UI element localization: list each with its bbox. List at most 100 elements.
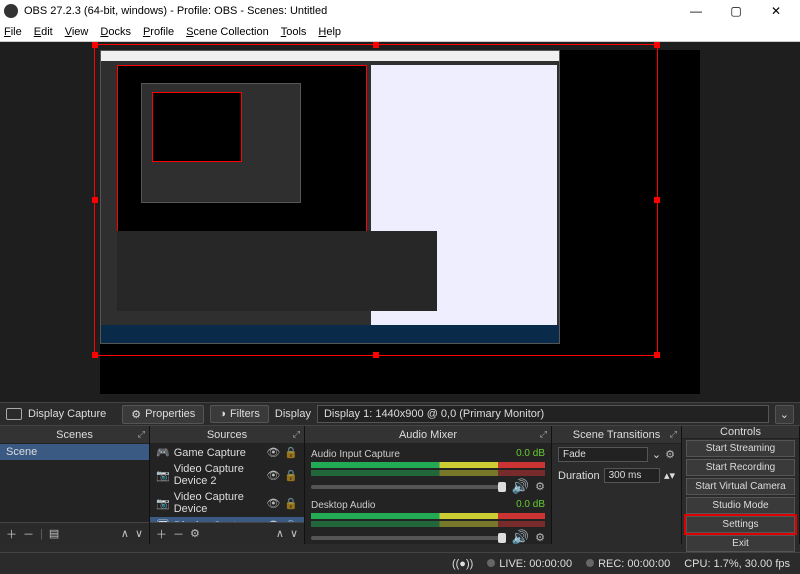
remove-scene-button[interactable]: －: [23, 526, 34, 542]
studio-mode-button[interactable]: Studio Mode: [686, 497, 795, 514]
scenes-toolbar: ＋ － | ▤ ∧ ∨: [0, 522, 149, 544]
controls-title: Controls: [720, 426, 761, 438]
remove-source-button[interactable]: －: [173, 526, 184, 542]
menu-file[interactable]: File: [4, 26, 22, 38]
menu-bar: File Edit View Docks Profile Scene Colle…: [0, 22, 800, 42]
mixer-title: Audio Mixer: [399, 429, 457, 441]
popout-icon[interactable]: ⤢: [293, 429, 300, 440]
docks: Scenes⤢ Scene ＋ － | ▤ ∧ ∨ Sources⤢ 🎮Game…: [0, 426, 800, 544]
lock-toggle[interactable]: 🔒: [284, 446, 298, 459]
source-item-video[interactable]: 📷Video Capture Device👁🔒: [150, 489, 304, 517]
visibility-toggle[interactable]: 👁: [266, 519, 280, 522]
visibility-toggle[interactable]: 👁: [266, 497, 280, 510]
preview-area[interactable]: [0, 42, 800, 402]
add-source-button[interactable]: ＋: [156, 526, 167, 542]
display-select[interactable]: Display 1: 1440x900 @ 0,0 (Primary Monit…: [317, 405, 769, 423]
source-properties-button[interactable]: ⚙: [190, 527, 200, 540]
start-virtual-camera-button[interactable]: Start Virtual Camera: [686, 478, 795, 495]
scene-filter-button[interactable]: ▤: [49, 527, 59, 540]
sources-panel: Sources⤢ 🎮Game Capture👁🔒 📷Video Capture …: [150, 426, 305, 544]
scene-item[interactable]: Scene: [0, 444, 149, 460]
add-scene-button[interactable]: ＋: [6, 526, 17, 542]
mute-button[interactable]: 🔊: [512, 478, 529, 495]
controls-panel: Controls Start Streaming Start Recording…: [682, 426, 800, 544]
source-item-video2[interactable]: 📷Video Capture Device 2👁🔒: [150, 461, 304, 489]
duration-field[interactable]: 300 ms: [604, 468, 660, 483]
status-bar: ((●)) LIVE: 00:00:00 REC: 00:00:00 CPU: …: [0, 552, 800, 574]
mixer-list: Audio Input Capture0.0 dB 🔊⚙ Desktop Aud…: [305, 444, 551, 544]
mixer-channel-desktop: Desktop Audio0.0 dB 🔊⚙: [305, 497, 551, 544]
settings-button[interactable]: Settings: [686, 516, 795, 533]
transitions-title: Scene Transitions: [573, 429, 660, 441]
exit-button[interactable]: Exit: [686, 535, 795, 552]
menu-help[interactable]: Help: [318, 26, 341, 38]
vu-meter: [311, 521, 545, 527]
vu-meter: [311, 513, 545, 519]
channel-settings-button[interactable]: ⚙: [535, 531, 545, 544]
duration-stepper[interactable]: ▴▾: [664, 469, 675, 482]
menu-docks[interactable]: Docks: [100, 26, 131, 38]
rec-status: REC: 00:00:00: [598, 558, 670, 570]
maximize-button[interactable]: ▢: [716, 0, 756, 22]
volume-slider[interactable]: [311, 536, 506, 540]
close-button[interactable]: ✕: [756, 0, 796, 22]
popout-icon[interactable]: ⤢: [138, 429, 145, 440]
popout-icon[interactable]: ⤢: [540, 429, 547, 440]
scenes-panel: Scenes ⤢ Scene ＋ － | ▤ ∧ ∨: [0, 426, 150, 544]
source-info-bar: Display Capture ⚙Properties ◑Filters Dis…: [0, 402, 800, 426]
preview-canvas[interactable]: [100, 50, 700, 394]
transition-settings-button[interactable]: ⚙: [665, 448, 675, 461]
scenes-title: Scenes: [56, 429, 93, 441]
game-icon: 🎮: [156, 446, 170, 459]
filters-button[interactable]: ◑Filters: [210, 405, 269, 423]
scenes-list[interactable]: Scene: [0, 444, 149, 522]
menu-scene-collection[interactable]: Scene Collection: [186, 26, 269, 38]
gear-icon: ⚙: [131, 408, 141, 421]
live-status: LIVE: 00:00:00: [499, 558, 572, 570]
menu-edit[interactable]: Edit: [34, 26, 53, 38]
menu-profile[interactable]: Profile: [143, 26, 174, 38]
channel-name: Desktop Audio: [311, 500, 376, 511]
transition-select[interactable]: Fade: [558, 447, 648, 462]
minimize-button[interactable]: —: [676, 0, 716, 22]
live-indicator-icon: [487, 559, 495, 567]
window-title: OBS 27.2.3 (64-bit, windows) - Profile: …: [24, 5, 676, 17]
visibility-toggle[interactable]: 👁: [266, 446, 280, 459]
scene-down-button[interactable]: ∨: [135, 527, 143, 540]
app-icon: [4, 4, 18, 18]
transition-dropdown-icon[interactable]: ⌄: [652, 448, 661, 461]
visibility-toggle[interactable]: 👁: [266, 469, 280, 482]
display-label: Display: [275, 408, 311, 420]
sources-list[interactable]: 🎮Game Capture👁🔒 📷Video Capture Device 2👁…: [150, 444, 304, 522]
vu-meter: [311, 462, 545, 468]
camera-icon: 📷: [156, 469, 170, 482]
start-recording-button[interactable]: Start Recording: [686, 459, 795, 476]
title-bar: OBS 27.2.3 (64-bit, windows) - Profile: …: [0, 0, 800, 22]
captured-display: [100, 50, 560, 344]
menu-view[interactable]: View: [65, 26, 89, 38]
source-down-button[interactable]: ∨: [290, 527, 298, 540]
mute-button[interactable]: 🔊: [512, 529, 529, 544]
source-item-game[interactable]: 🎮Game Capture👁🔒: [150, 444, 304, 461]
source-up-button[interactable]: ∧: [276, 527, 284, 540]
lock-toggle[interactable]: 🔒: [284, 469, 298, 482]
rec-indicator-icon: [586, 559, 594, 567]
menu-tools[interactable]: Tools: [281, 26, 307, 38]
cpu-status: CPU: 1.7%, 30.00 fps: [684, 558, 790, 570]
monitor-icon: [6, 408, 22, 420]
sources-title: Sources: [207, 429, 247, 441]
properties-button[interactable]: ⚙Properties: [122, 405, 204, 424]
volume-slider[interactable]: [311, 485, 506, 489]
audio-mixer-panel: Audio Mixer⤢ Audio Input Capture0.0 dB 🔊…: [305, 426, 552, 544]
scene-up-button[interactable]: ∧: [121, 527, 129, 540]
display-dropdown-button[interactable]: ⌄: [775, 405, 794, 424]
popout-icon[interactable]: ⤢: [670, 429, 677, 440]
lock-toggle[interactable]: 🔒: [284, 519, 298, 522]
lock-toggle[interactable]: 🔒: [284, 497, 298, 510]
duration-label: Duration: [558, 470, 600, 482]
channel-settings-button[interactable]: ⚙: [535, 480, 545, 493]
camera-icon: 📷: [156, 497, 170, 510]
transitions-panel: Scene Transitions ⤢ Fade ⌄ ⚙ Duration 300…: [552, 426, 682, 544]
start-streaming-button[interactable]: Start Streaming: [686, 440, 795, 457]
channel-db: 0.0 dB: [516, 448, 545, 459]
